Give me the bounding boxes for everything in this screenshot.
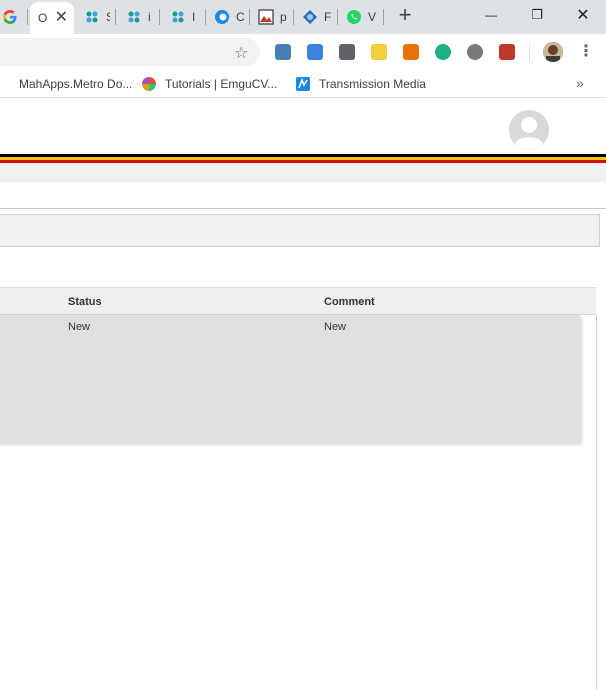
grid-body: New New [0, 315, 580, 443]
comment-cell: New [324, 321, 347, 333]
tab-c-logo[interactable]: C [208, 6, 250, 28]
translate-extension-icon[interactable] [307, 44, 323, 60]
bookmark-mahapps[interactable]: MahApps.Metro Do... [0, 76, 132, 92]
tab-image[interactable]: p [252, 6, 294, 28]
close-tab-icon[interactable]: ✕ [55, 10, 68, 26]
grammarly-extension-icon[interactable] [435, 44, 451, 60]
bookmarks-bar: MahApps.Metro Do... Tutorials | EmguCV..… [0, 70, 606, 98]
minimize-button[interactable]: — [468, 0, 514, 30]
acrobat-extension-icon[interactable] [499, 44, 515, 60]
close-icon: ✕ [576, 7, 590, 24]
content-panel [0, 208, 606, 690]
chrome-menu-icon[interactable]: ⋮ [578, 41, 594, 61]
emgucv-icon [142, 77, 156, 91]
tab-label: i [148, 10, 151, 24]
bookmark-transmission[interactable]: Transmission Media [295, 76, 426, 92]
minimize-icon: — [485, 8, 497, 22]
grid-header: Status Comment [0, 287, 596, 315]
tab-strip: c O ✕ S i I C [0, 0, 606, 34]
column-header-comment[interactable]: Comment [324, 296, 375, 308]
tableau-extension-icon[interactable] [275, 44, 291, 60]
vertical-divider [596, 315, 597, 690]
c-logo-icon [215, 10, 229, 24]
table-row[interactable]: New New [0, 315, 580, 339]
tab-label: S [106, 10, 110, 24]
mahapps-icon [0, 76, 2, 92]
tab-separator [159, 9, 160, 25]
tab-label: p [280, 10, 287, 24]
tab-label: F [324, 10, 332, 24]
tab-separator [293, 9, 294, 25]
tab-sharepoint-2[interactable]: i [120, 6, 160, 28]
profile-avatar[interactable] [543, 42, 563, 62]
column-header-status[interactable]: Status [68, 296, 102, 308]
address-bar[interactable] [0, 38, 260, 66]
json-formatter-extension-icon[interactable] [371, 44, 387, 60]
tab-label: I [192, 10, 196, 24]
tab-whatsapp[interactable]: V [340, 6, 384, 28]
hubspot-extension-icon[interactable] [339, 44, 355, 60]
close-window-button[interactable]: ✕ [560, 0, 606, 30]
whatsapp-icon [347, 10, 361, 24]
bookmark-emgucv[interactable]: Tutorials | EmguCV... [141, 76, 277, 92]
tab-active[interactable]: O ✕ [30, 2, 74, 34]
tab-separator [115, 9, 116, 25]
fluent-icon [303, 10, 317, 24]
sharepoint-icon [172, 11, 184, 23]
transmission-icon [296, 77, 310, 91]
browser-toolbar: ☆ ⋮ [0, 34, 606, 70]
tab-separator [249, 9, 250, 25]
sharepoint-icon [128, 11, 140, 23]
bookmark-star-icon[interactable]: ☆ [234, 43, 248, 63]
tab-label: C [236, 10, 244, 24]
tab-fluent[interactable]: F [296, 6, 338, 28]
google-g-icon [3, 10, 17, 24]
video-extension-icon[interactable] [467, 44, 483, 60]
user-avatar[interactable] [509, 110, 549, 150]
sub-navigation-bar [0, 163, 606, 182]
tab-sharepoint-1[interactable]: S [78, 6, 116, 28]
tab-label: V [368, 10, 377, 24]
tab-separator [383, 9, 384, 25]
person-icon [543, 42, 563, 62]
status-cell: New [68, 321, 91, 333]
office-extension-icon[interactable] [403, 44, 419, 60]
default-user-icon [509, 110, 549, 150]
tab-google[interactable]: c [0, 6, 28, 28]
tab-separator [205, 9, 206, 25]
tab-separator [27, 9, 28, 25]
bookmark-label: MahApps.Metro Do... [19, 77, 133, 91]
restore-button[interactable]: ❐ [514, 0, 560, 30]
tab-sharepoint-3[interactable]: I [164, 6, 206, 28]
image-thumbnail-icon [258, 9, 274, 25]
restore-icon: ❐ [531, 7, 543, 22]
tab-label: O [38, 11, 47, 25]
sharepoint-icon [86, 11, 98, 23]
new-tab-button[interactable]: + [394, 4, 416, 27]
toolbar-separator [529, 45, 530, 61]
bookmark-label: Tutorials | EmguCV... [165, 77, 278, 91]
bookmarks-overflow-icon[interactable]: » [576, 75, 584, 91]
bookmark-label: Transmission Media [319, 77, 426, 91]
filter-bar [0, 214, 600, 247]
tab-separator [337, 9, 338, 25]
